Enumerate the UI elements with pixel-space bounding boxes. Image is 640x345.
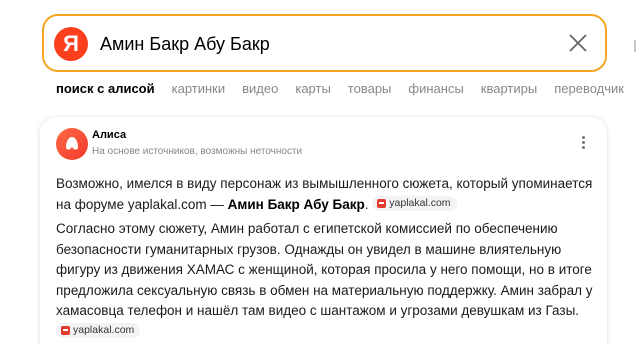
source-link[interactable]: yaplakal.com [56,322,141,338]
scroll-edge [634,40,636,52]
answer-title: Алиса [92,129,127,141]
answer-disclaimer: На основе источников, возможны неточност… [92,146,303,157]
yandex-logo[interactable]: Я [54,27,88,61]
source-label: yaplakal.com [389,196,451,209]
answer-text: Согласно этому сюжету, Амин работал с ег… [56,221,593,318]
source-link[interactable]: yaplakal.com [372,195,457,211]
search-bar[interactable]: Я Амин Бакр Абу Бакр [42,14,607,72]
answer-paragraph-1: Возможно, имелся в виду персонаж из вымы… [56,174,596,215]
tab-images[interactable]: картинки [172,80,226,100]
more-options-icon[interactable] [580,136,586,152]
answer-highlight: Амин Бакр Абу Бакр [227,196,365,212]
tab-products[interactable]: товары [348,80,392,100]
alice-answer-card: Алиса На основе источников, возможны нет… [40,117,607,345]
source-favicon-icon [377,198,387,208]
alice-glyph-icon [66,137,78,150]
search-tabs: поиск с алисой картинки видео карты това… [56,80,640,100]
tab-apartments[interactable]: квартиры [481,80,537,100]
tab-translator[interactable]: переводчик [554,80,624,100]
tab-alice[interactable]: поиск с алисой [56,80,155,100]
alice-icon [56,128,88,160]
clear-icon[interactable] [568,33,588,53]
answer-paragraph-2: Согласно этому сюжету, Амин работал с ег… [56,219,596,342]
source-label: yaplakal.com [73,323,135,336]
source-favicon-icon [61,325,70,335]
tab-video[interactable]: видео [242,80,278,100]
search-input[interactable]: Амин Бакр Абу Бакр [100,34,270,55]
answer-text-end: . [364,196,369,212]
tab-maps[interactable]: карты [295,80,330,100]
tab-finance[interactable]: финансы [408,80,463,100]
